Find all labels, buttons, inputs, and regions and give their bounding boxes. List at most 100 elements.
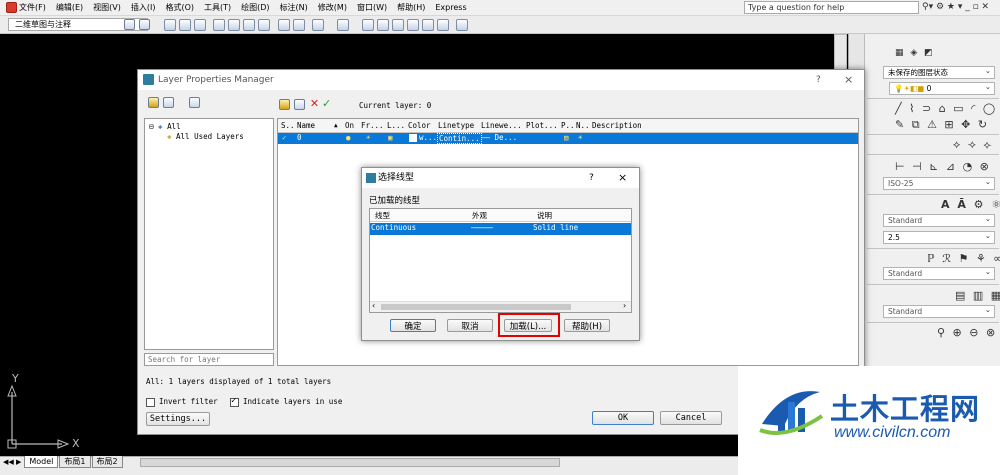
menu-format[interactable]: 格式(O)	[165, 2, 194, 13]
row-linetype[interactable]: Contin...	[437, 133, 482, 144]
settings-button[interactable]: Settings...	[146, 412, 210, 426]
mleader-style-select[interactable]: Standard	[883, 266, 995, 280]
lock-icon[interactable]: ▣	[388, 133, 393, 142]
menu-modify[interactable]: 修改(M)	[318, 2, 347, 13]
properties-icon[interactable]	[362, 19, 374, 31]
scroll-left-icon[interactable]: ‹	[372, 301, 375, 310]
layer-row-0[interactable]: ✓ 0 ● ☀ ▣ w... Contin... —— De... ▤ ☀	[278, 133, 858, 144]
layer-state-select[interactable]: 未保存的图层状态	[883, 65, 995, 79]
cancel-button[interactable]: Cancel	[660, 411, 722, 425]
modify-tools-icons[interactable]: ✎ ⧉ ⚠ ⊞ ✥ ↻	[895, 118, 989, 132]
delete-layer-icon[interactable]: ✕	[310, 97, 319, 110]
save-icon[interactable]	[194, 19, 206, 31]
row-lineweight[interactable]: —— De...	[481, 133, 517, 142]
mleader-tools-icons[interactable]: ℙ ℛ ⚑ ⚘ ∞	[927, 252, 1000, 265]
new-layer-icon[interactable]	[279, 99, 290, 110]
plot-icon-row[interactable]: ▤	[564, 133, 569, 142]
tree-root[interactable]: ⊟ ◈ All	[149, 122, 181, 131]
menu-edit[interactable]: 编辑(E)	[56, 2, 83, 13]
col-freeze[interactable]: Fr...	[361, 121, 384, 130]
menu-tools[interactable]: 工具(T)	[204, 2, 231, 13]
newvp-icon-row[interactable]: ☀	[578, 133, 583, 142]
menu-draw[interactable]: 绘图(D)	[241, 2, 269, 13]
block-tools-icons[interactable]: ⟡ ⟢ ⟣	[953, 138, 994, 152]
markup-icon[interactable]	[422, 19, 434, 31]
plot-icon[interactable]	[213, 19, 225, 31]
col-plotstyle[interactable]: Plot...	[526, 121, 558, 130]
color-swatch[interactable]	[409, 134, 417, 142]
open-icon[interactable]	[179, 19, 191, 31]
sun-icon[interactable]: ☀	[366, 133, 371, 142]
col-color[interactable]: Color	[408, 121, 431, 130]
dim-tools-icons[interactable]: ⊢ ⊣ ⊾ ⊿ ◔ ⊗	[895, 160, 991, 173]
help-icon[interactable]	[456, 19, 468, 31]
table-style-select[interactable]: Standard	[883, 304, 995, 318]
menu-view[interactable]: 视图(V)	[93, 2, 121, 13]
menu-help[interactable]: 帮助(H)	[397, 2, 425, 13]
preview-icon[interactable]	[228, 19, 240, 31]
help-search-input[interactable]: Type a question for help	[744, 1, 919, 14]
menu-dimension[interactable]: 标注(N)	[280, 2, 308, 13]
tab-layout1[interactable]: 布局1	[59, 456, 91, 468]
sel-help-button[interactable]: ?	[589, 168, 594, 188]
scroll-right-icon[interactable]: ›	[623, 301, 626, 310]
search-layer-input[interactable]: Search for layer	[144, 353, 274, 366]
menu-window[interactable]: 窗口(W)	[357, 2, 387, 13]
hdr-description[interactable]: 说明	[537, 210, 552, 221]
lpm-close-button[interactable]: ×	[844, 70, 853, 90]
col-on[interactable]: On	[345, 121, 354, 130]
ok-button[interactable]: OK	[592, 411, 654, 425]
invert-filter-box[interactable]	[146, 397, 155, 407]
col-linetype[interactable]: Linetype	[438, 121, 474, 130]
draw-tools-icons[interactable]: ╱ ⌇ ⊃ ⌂ ▭ ◜ ◯	[895, 102, 997, 115]
publish-icon[interactable]	[243, 19, 255, 31]
3d-icon[interactable]	[258, 19, 270, 31]
col-description[interactable]: Description	[592, 121, 642, 130]
indicate-layers-checkbox[interactable]: Indicate layers in use	[230, 396, 342, 407]
layer-tool-icons[interactable]: ▦ ◈ ◩	[895, 48, 935, 58]
menu-express[interactable]: Express	[435, 3, 466, 12]
col-name[interactable]: Name	[297, 121, 315, 130]
tab-nav-icons[interactable]: ◀◀ ▶	[0, 458, 24, 466]
col-status[interactable]: S..	[281, 121, 295, 130]
lpm-help-button[interactable]: ?	[816, 70, 821, 90]
drawing-hscroll[interactable]	[140, 458, 560, 467]
undo-icon[interactable]	[312, 19, 324, 31]
calc-icon[interactable]	[437, 19, 449, 31]
toolpalette-icon[interactable]	[392, 19, 404, 31]
linetype-row-continuous[interactable]: Continuous ———————— Solid line	[370, 223, 631, 235]
help-toolbar-icons[interactable]: ⚲▾ ⚙ ★ ▾ _ ▫ ✕	[922, 2, 989, 12]
scroll-thumb[interactable]	[381, 304, 571, 310]
tab-layout2[interactable]: 布局2	[91, 456, 123, 468]
dim-style-select[interactable]: ISO-25	[883, 176, 995, 190]
tree-all-used-layers[interactable]: ◈ All Used Layers	[167, 132, 244, 141]
col-plot[interactable]: P..	[561, 121, 575, 130]
col-lineweight[interactable]: Linewe...	[481, 121, 522, 130]
sheetset-icon[interactable]	[407, 19, 419, 31]
table-tools-icons[interactable]: ▤ ▥ ▦	[955, 289, 1000, 302]
current-layer-select[interactable]: 💡☀◧■ 0	[889, 81, 995, 95]
hdr-appearance[interactable]: 外观	[472, 210, 487, 221]
sel-ok-button[interactable]: 确定	[390, 319, 436, 332]
new-icon[interactable]	[164, 19, 176, 31]
layer-states-icon[interactable]	[188, 97, 200, 108]
designcenter-icon[interactable]	[377, 19, 389, 31]
hdr-linetype[interactable]: 线型	[375, 210, 390, 221]
new-property-filter-icon[interactable]	[148, 97, 159, 108]
indicate-layers-box[interactable]	[230, 396, 239, 407]
on-bulb-icon[interactable]: ●	[346, 133, 351, 142]
new-group-filter-icon[interactable]	[163, 97, 174, 108]
workspace-settings-icon[interactable]	[122, 19, 152, 30]
zoom-tools-icons[interactable]: ⚲ ⊕ ⊖ ⊗	[937, 326, 997, 339]
invert-filter-checkbox[interactable]: Invert filter	[146, 397, 218, 407]
sel-close-button[interactable]: ×	[618, 168, 627, 188]
text-style-select[interactable]: Standard	[883, 213, 995, 227]
col-newvp[interactable]: N..	[576, 121, 590, 130]
tab-model[interactable]: Model	[24, 456, 59, 468]
sel-help-btn[interactable]: 帮助(H)	[564, 319, 610, 332]
brush-icon[interactable]	[293, 19, 305, 31]
linetype-hscroll[interactable]: ‹ ›	[370, 301, 631, 312]
app-icon[interactable]	[6, 2, 17, 13]
menu-insert[interactable]: 插入(I)	[131, 2, 156, 13]
new-layer-vp-frozen-icon[interactable]	[294, 99, 305, 110]
